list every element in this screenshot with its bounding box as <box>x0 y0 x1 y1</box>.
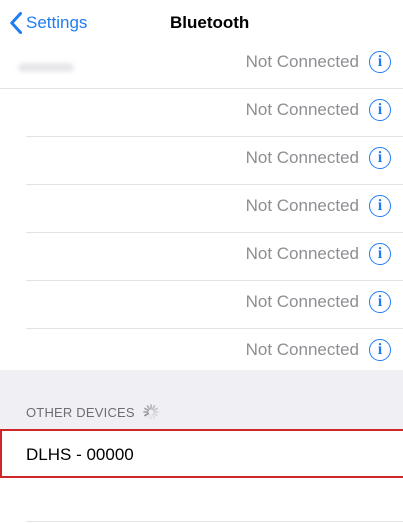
back-button[interactable]: Settings <box>10 10 87 36</box>
connection-status: Not Connected <box>245 340 359 359</box>
divider <box>26 521 403 522</box>
loading-spinner-icon <box>142 404 159 420</box>
connection-status: Not Connected <box>245 292 359 311</box>
connection-status: Not Connected <box>245 52 359 71</box>
section-header-label: OTHER DEVICES <box>26 404 135 420</box>
connection-status: Not Connected <box>245 148 359 167</box>
navigation-bar: Settings Bluetooth <box>0 0 403 46</box>
device-row[interactable]: Not Connected i <box>26 89 403 137</box>
device-row[interactable]: Not Connected i <box>0 41 403 89</box>
connection-status: Not Connected <box>245 100 359 119</box>
info-icon[interactable]: i <box>369 243 391 265</box>
chevron-left-icon <box>10 12 22 34</box>
info-icon[interactable]: i <box>369 99 391 121</box>
other-device-row[interactable]: DLHS - 00000 <box>0 429 403 478</box>
page-title: Bluetooth <box>170 13 250 32</box>
device-row[interactable]: Not Connected i <box>26 137 403 185</box>
back-button-label: Settings <box>26 13 88 32</box>
redacted-device-name <box>18 63 74 72</box>
device-row[interactable]: Not Connected i <box>26 329 403 376</box>
device-row[interactable]: Not Connected i <box>26 281 403 329</box>
info-icon[interactable]: i <box>369 291 391 313</box>
info-icon[interactable]: i <box>369 147 391 169</box>
device-row[interactable]: Not Connected i <box>26 233 403 281</box>
connection-status: Not Connected <box>245 244 359 263</box>
info-icon[interactable]: i <box>369 51 391 73</box>
info-icon[interactable]: i <box>369 339 391 361</box>
connection-status: Not Connected <box>245 196 359 215</box>
other-devices-header: OTHER DEVICES <box>26 404 159 420</box>
section-separator <box>0 370 403 430</box>
info-icon[interactable]: i <box>369 195 391 217</box>
device-name: DLHS - 00000 <box>26 445 134 464</box>
device-row[interactable]: Not Connected i <box>26 185 403 233</box>
my-devices-list: Not Connected i Not Connected i Not Conn… <box>0 41 403 376</box>
